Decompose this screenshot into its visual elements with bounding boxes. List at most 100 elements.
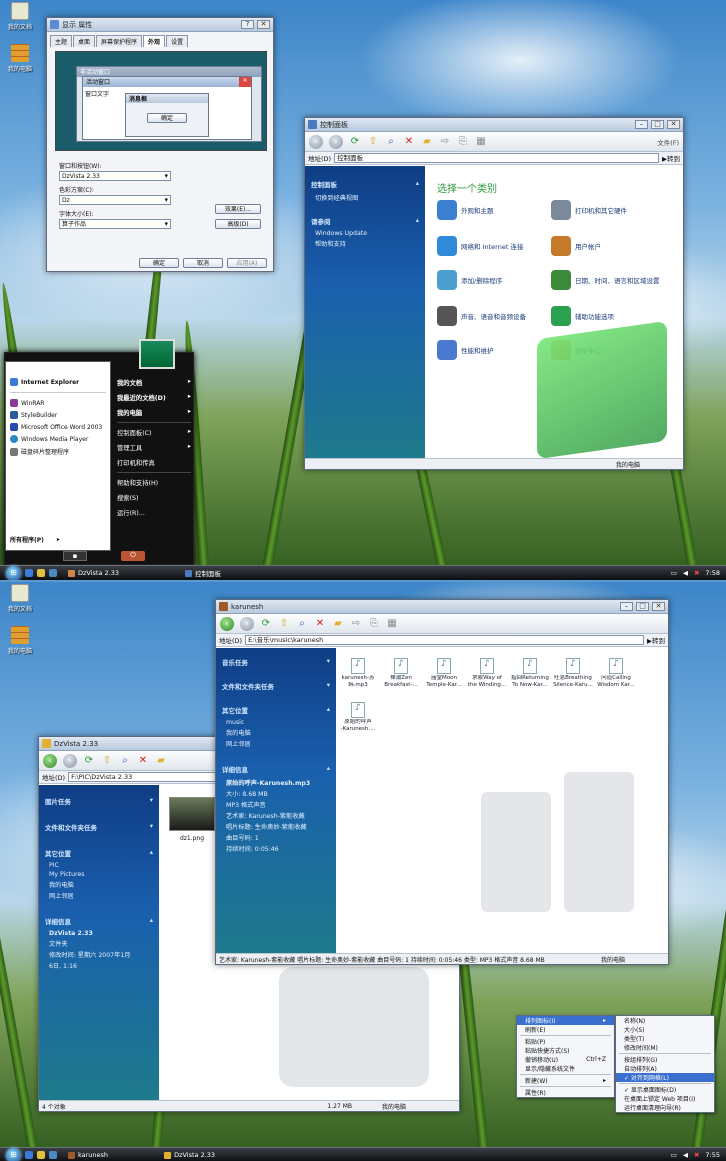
quicklaunch-folder-icon[interactable]	[37, 1151, 45, 1159]
collapse-icon[interactable]: ▴	[416, 179, 419, 189]
collapse-icon[interactable]: ▴	[327, 764, 330, 774]
maximize-button[interactable]: □	[636, 602, 649, 611]
task-button[interactable]: karunesh	[65, 1151, 111, 1159]
task-button[interactable]: DzVista 2.33	[161, 1151, 218, 1159]
category-link[interactable]: 外观和主题	[437, 200, 549, 220]
menu-item[interactable]: 自动排列(A)	[616, 1064, 714, 1073]
search-icon[interactable]: ⌕	[385, 136, 397, 148]
tab-themes[interactable]: 主题	[50, 35, 73, 47]
menu-item[interactable]: 排列图标(I) ▸	[517, 1016, 614, 1025]
tray-volume-icon[interactable]: ◀	[683, 569, 688, 577]
place-link[interactable]: music	[216, 718, 336, 727]
start-orb[interactable]: ⊞	[6, 565, 21, 580]
clock[interactable]: 7:55	[705, 1151, 720, 1159]
folders-icon[interactable]: ▰	[332, 618, 344, 630]
collapse-icon[interactable]: ▾	[327, 657, 330, 667]
place-link[interactable]: 网上邻居	[216, 738, 336, 749]
menu-item[interactable]: 刷新(E)	[517, 1025, 614, 1034]
folders-icon[interactable]: ▰	[421, 136, 433, 148]
maximize-button[interactable]: □	[651, 120, 664, 129]
recent-winrar[interactable]: WinRAR	[6, 397, 110, 409]
desktop-icon-documents[interactable]: 我的文档	[5, 2, 35, 31]
back-icon[interactable]: ‹	[43, 753, 57, 768]
quicklaunch-ie-icon[interactable]	[25, 569, 33, 577]
tray-alert-icon[interactable]: ✖	[694, 569, 699, 577]
menu-item[interactable]: 按组排列(G)	[616, 1055, 714, 1064]
desktop-icon-documents[interactable]: 我的文档	[5, 584, 35, 613]
cancel-button[interactable]: 取消	[183, 258, 223, 268]
category-link[interactable]: 打印机和其它硬件	[551, 200, 663, 220]
menu-admin-tools[interactable]: 管理工具 ▸	[113, 440, 195, 455]
all-programs-button[interactable]: 所有程序(P) ▸	[6, 533, 64, 546]
copy-to-icon[interactable]: ⎘	[368, 618, 380, 630]
menu-item[interactable]: 属性(R)	[517, 1088, 614, 1097]
move-to-icon[interactable]: ⇨	[350, 618, 362, 630]
tray-alert-icon[interactable]: ✖	[694, 1151, 699, 1159]
menu-item[interactable]: 粘贴(P)	[517, 1037, 614, 1046]
tab-settings[interactable]: 设置	[166, 35, 189, 47]
clock[interactable]: 7:58	[705, 569, 720, 577]
recent-media-player[interactable]: Windows Media Player	[6, 433, 110, 445]
quicklaunch-media-icon[interactable]	[49, 1151, 57, 1159]
forward-icon[interactable]: ›	[240, 616, 254, 631]
go-button[interactable]: ▶转到	[647, 635, 665, 645]
file-menu[interactable]: 文件(F)	[657, 137, 679, 147]
apply-button[interactable]: 应用(A)	[227, 258, 267, 268]
back-icon[interactable]: ‹	[309, 134, 323, 149]
file-item[interactable]: 问道CallingWisdom Kar...	[596, 658, 636, 689]
menu-item[interactable]: 显示/隐藏系统文件	[517, 1064, 614, 1073]
file-item[interactable]: 吐息BreathingSilence-Karu...	[553, 658, 593, 689]
close-button[interactable]: ✕	[257, 20, 270, 29]
tray-volume-icon[interactable]: ◀	[683, 1151, 688, 1159]
pinned-internet-explorer[interactable]: Internet Explorer	[6, 376, 110, 388]
go-button[interactable]: ▶转到	[662, 153, 680, 163]
category-link[interactable]: 网络和 Internet 连接	[437, 236, 549, 256]
quicklaunch-ie-icon[interactable]	[25, 1151, 33, 1159]
menu-item[interactable]: 名称(N)	[616, 1016, 714, 1025]
file-item[interactable]: 庙堂MoonTemple-Kar...	[424, 658, 464, 689]
menu-item[interactable]: 类型(T)	[616, 1034, 714, 1043]
collapse-icon[interactable]: ▴	[327, 705, 330, 715]
collapse-icon[interactable]: ▴	[416, 216, 419, 226]
category-link[interactable]: 日期、时间、语言和区域设置	[551, 270, 663, 290]
refresh-icon[interactable]: ⟳	[349, 136, 361, 148]
menu-search[interactable]: 搜索(S)	[113, 490, 195, 505]
file-item[interactable]: 指回ReturningTo Now-Kar...	[510, 658, 550, 689]
menu-printers[interactable]: 打印机和传真	[113, 455, 195, 470]
place-link[interactable]: 我的电脑	[39, 879, 159, 890]
quicklaunch-media-icon[interactable]	[49, 569, 57, 577]
collapse-icon[interactable]: ▾	[150, 796, 153, 806]
folders-icon[interactable]: ▰	[155, 755, 167, 767]
menu-item[interactable]: 新建(W) ▸	[517, 1076, 614, 1085]
delete-icon[interactable]: ✕	[314, 618, 326, 630]
close-button[interactable]: ✕	[652, 602, 665, 611]
menu-item[interactable]: ✓ 对齐到网格(L)	[616, 1073, 714, 1082]
recent-word[interactable]: Microsoft Office Word 2003	[6, 421, 110, 433]
menu-item[interactable]: 在桌面上锁定 Web 项目(I)	[616, 1094, 714, 1103]
user-picture[interactable]	[139, 339, 175, 369]
place-link[interactable]: 我的电脑	[216, 727, 336, 738]
category-link[interactable]: 用户帐户	[551, 236, 663, 256]
recent-stylebuilder[interactable]: StyleBuilder	[6, 409, 110, 421]
category-link[interactable]: 添加/删除程序	[437, 270, 549, 290]
tray-network-icon[interactable]: ▭	[671, 1151, 677, 1159]
category-link[interactable]: 声音、语音和音频设备	[437, 306, 549, 326]
views-icon[interactable]: ▦	[386, 618, 398, 630]
help-button[interactable]: ?	[241, 20, 254, 29]
effects-button[interactable]: 效果(E)...	[215, 204, 261, 214]
file-item[interactable]: karunesh-苏韩.mp3	[338, 658, 378, 689]
start-orb[interactable]: ⊞	[6, 1147, 21, 1161]
file-item[interactable]: 禅潮ZenBreakfast-...	[381, 658, 421, 689]
menu-control-panel[interactable]: 控制面板(C) ▸	[113, 425, 195, 440]
advanced-button[interactable]: 高级(D)	[215, 219, 261, 229]
menu-my-computer[interactable]: 我的电脑 ▸	[113, 405, 195, 420]
place-link[interactable]: PIC	[39, 861, 159, 870]
menu-item[interactable]: 撤销移动(U) Ctrl+Z	[517, 1055, 614, 1064]
tab-appearance[interactable]: 外观	[143, 35, 166, 47]
forward-icon[interactable]: ›	[329, 134, 343, 149]
back-icon[interactable]: ‹	[220, 616, 234, 631]
image-thumbnail[interactable]	[169, 797, 215, 831]
desktop-icon-computer[interactable]: 我的电脑	[5, 626, 35, 655]
refresh-icon[interactable]: ⟳	[260, 618, 272, 630]
collapse-icon[interactable]: ▾	[150, 822, 153, 832]
